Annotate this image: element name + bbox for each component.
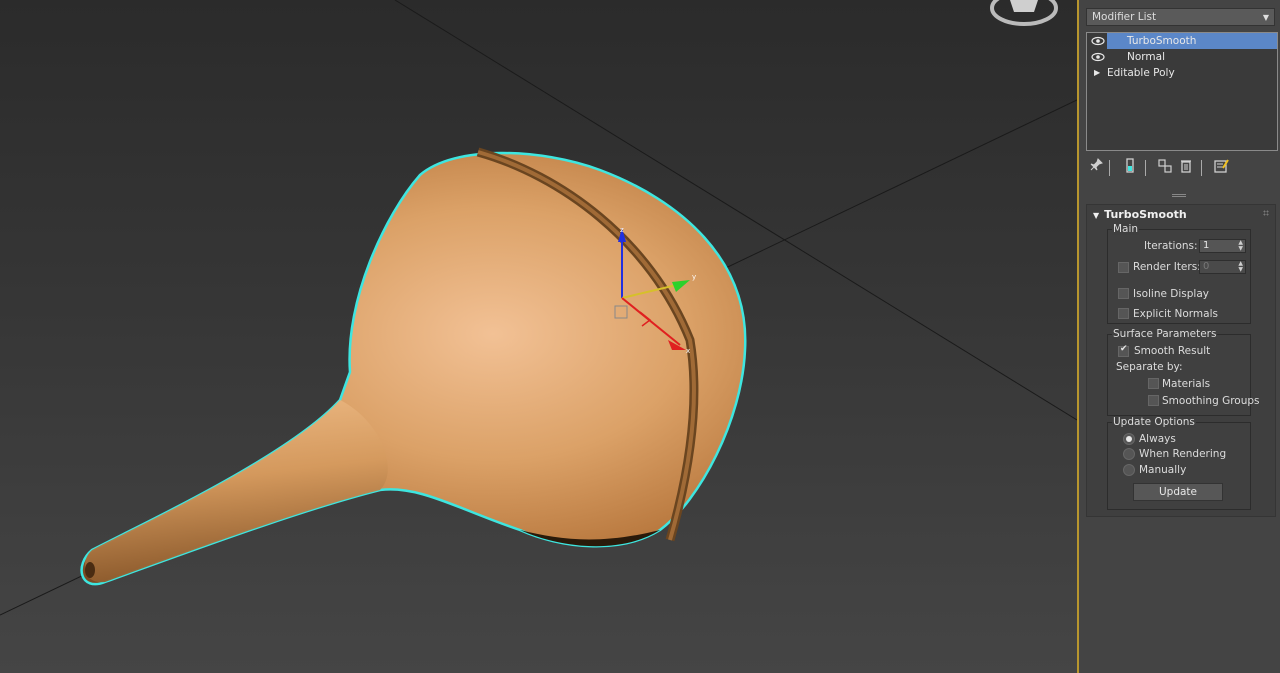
explicit-normals-checkbox[interactable] xyxy=(1118,308,1129,319)
modifier-list-dropdown[interactable]: Modifier List ▼ xyxy=(1086,8,1275,26)
stack-item-label: Editable Poly xyxy=(1107,67,1175,79)
manually-label: Manually xyxy=(1139,464,1187,476)
turbosmooth-rollout: ▼ TurboSmooth Main Iterations: 1 ▲ ▼ Rende… xyxy=(1086,204,1276,517)
surface-parameters-title: Surface Parameters xyxy=(1112,328,1218,340)
separate-by-label: Separate by: xyxy=(1116,361,1183,373)
main-group: Main Iterations: 1 ▲ ▼ Render Iters: 0 ▲ ▼… xyxy=(1107,223,1251,324)
toolbar-separator xyxy=(1109,160,1110,176)
materials-label: Materials xyxy=(1162,378,1211,390)
render-iters-checkbox[interactable] xyxy=(1118,262,1129,273)
drag-handle-icon[interactable] xyxy=(1263,210,1269,216)
isoline-display-label: Isoline Display xyxy=(1133,288,1209,300)
smooth-result-checkbox[interactable] xyxy=(1118,344,1129,357)
viewcube-icon[interactable] xyxy=(990,0,1058,26)
stack-item-turbosmooth[interactable]: TurboSmooth xyxy=(1087,33,1277,49)
modify-panel: Modifier List ▼ TurboSmooth Normal ▶ Edi… xyxy=(1079,0,1280,673)
surface-parameters-group: Surface Parameters Smooth Result Separat… xyxy=(1107,328,1260,416)
scene-canvas[interactable]: z y x xyxy=(0,0,1077,673)
chevron-down-icon: ▼ xyxy=(1262,13,1269,22)
main-group-title: Main xyxy=(1112,223,1140,235)
gizmo-x-label: x xyxy=(686,347,690,355)
render-iters-spinner[interactable]: 0 ▲ ▼ xyxy=(1199,260,1246,274)
eye-icon[interactable] xyxy=(1091,34,1105,48)
manually-radio[interactable] xyxy=(1123,464,1135,476)
toolbar-separator xyxy=(1145,160,1146,176)
when-rendering-label: When Rendering xyxy=(1139,448,1227,460)
update-button[interactable]: Update xyxy=(1133,483,1223,501)
eye-icon[interactable] xyxy=(1091,50,1105,64)
rollout-header[interactable]: ▼ TurboSmooth xyxy=(1093,208,1187,221)
pin-stack-icon[interactable] xyxy=(1089,158,1107,176)
smooth-result-label: Smooth Result xyxy=(1134,345,1211,357)
stack-item-normal[interactable]: Normal xyxy=(1087,49,1277,65)
render-iters-label: Render Iters: xyxy=(1133,261,1201,273)
always-radio[interactable] xyxy=(1123,433,1135,445)
remove-modifier-icon[interactable] xyxy=(1179,158,1197,176)
modifier-stack[interactable]: TurboSmooth Normal ▶ Editable Poly xyxy=(1086,32,1278,151)
rollout-title: TurboSmooth xyxy=(1104,208,1187,221)
update-options-title: Update Options xyxy=(1112,416,1196,428)
stack-item-label: Normal xyxy=(1127,51,1165,63)
gizmo-y-label: y xyxy=(692,273,696,281)
materials-checkbox[interactable] xyxy=(1148,378,1159,389)
collapse-triangle-icon[interactable]: ▼ xyxy=(1093,211,1099,220)
iterations-label: Iterations: xyxy=(1144,240,1198,252)
aspirator-object[interactable] xyxy=(80,147,747,586)
show-end-result-icon[interactable] xyxy=(1123,158,1141,176)
viewport-perspective[interactable]: z y x xyxy=(0,0,1077,673)
configure-modifier-sets-icon[interactable] xyxy=(1213,158,1231,176)
smoothing-groups-label: Smoothing Groups xyxy=(1162,395,1260,407)
toolbar-separator xyxy=(1201,160,1202,176)
iterations-spinner[interactable]: 1 ▲ ▼ xyxy=(1199,239,1246,253)
stack-item-editable-poly[interactable]: ▶ Editable Poly xyxy=(1087,65,1277,81)
smoothing-groups-checkbox[interactable] xyxy=(1148,395,1159,406)
isoline-display-checkbox[interactable] xyxy=(1118,288,1129,299)
modifier-list-label: Modifier List xyxy=(1092,11,1157,23)
expand-triangle-icon[interactable]: ▶ xyxy=(1094,65,1100,81)
stack-item-label: TurboSmooth xyxy=(1127,35,1197,47)
always-label: Always xyxy=(1139,433,1176,445)
spinner-arrows-icon[interactable]: ▲ ▼ xyxy=(1238,240,1243,252)
gizmo-z-label: z xyxy=(620,226,624,234)
render-iters-value: 0 xyxy=(1203,261,1210,272)
when-rendering-radio[interactable] xyxy=(1123,448,1135,460)
spinner-arrows-icon[interactable]: ▲ ▼ xyxy=(1238,261,1243,273)
make-unique-icon[interactable] xyxy=(1157,158,1175,176)
iterations-value: 1 xyxy=(1203,240,1210,251)
panel-resize-grip[interactable] xyxy=(1172,194,1186,197)
explicit-normals-label: Explicit Normals xyxy=(1133,308,1218,320)
stack-toolbar xyxy=(1087,158,1277,178)
